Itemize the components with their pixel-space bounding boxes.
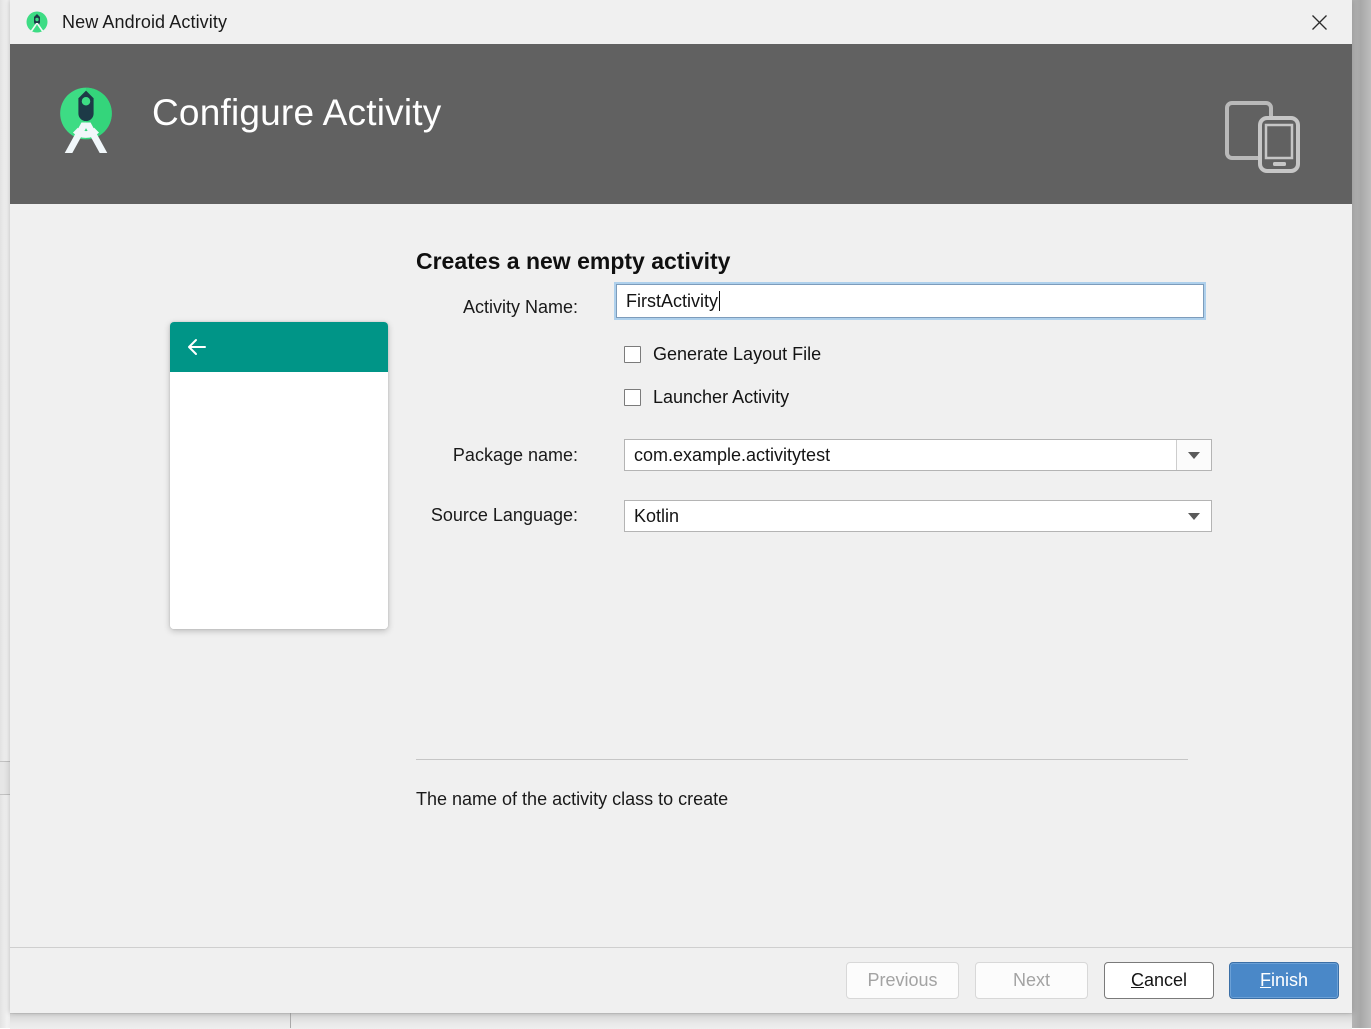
source-language-label: Source Language: bbox=[318, 505, 578, 526]
background-right-strip bbox=[1352, 0, 1371, 1028]
dialog-titlebar: New Android Activity bbox=[10, 0, 1352, 44]
header-title: Configure Activity bbox=[152, 92, 441, 134]
next-button-label: Next bbox=[1013, 970, 1050, 991]
next-button[interactable]: Next bbox=[975, 962, 1088, 999]
previous-button[interactable]: Previous bbox=[846, 962, 959, 999]
source-language-value: Kotlin bbox=[625, 506, 1176, 527]
new-android-activity-dialog: New Android Activity Configure Activity … bbox=[10, 0, 1352, 1013]
activity-name-value: FirstActivity bbox=[626, 291, 718, 312]
checkbox-label: Generate Layout File bbox=[653, 344, 821, 365]
finish-button-label: Finish bbox=[1260, 970, 1308, 991]
source-language-combobox[interactable]: Kotlin bbox=[624, 500, 1212, 532]
cancel-button[interactable]: Cancel bbox=[1104, 962, 1214, 999]
page-title: Creates a new empty activity bbox=[416, 248, 730, 275]
chevron-down-icon[interactable] bbox=[1176, 501, 1211, 531]
android-studio-icon bbox=[26, 11, 48, 33]
activity-name-label: Activity Name: bbox=[318, 297, 578, 318]
preview-content-area bbox=[170, 372, 388, 629]
chevron-down-icon[interactable] bbox=[1176, 440, 1211, 470]
checkbox-label: Launcher Activity bbox=[653, 387, 789, 408]
footer-separator bbox=[416, 759, 1188, 760]
dialog-header: Configure Activity bbox=[10, 44, 1352, 204]
background-status-bar bbox=[10, 1013, 1352, 1029]
checkbox-box bbox=[624, 346, 641, 363]
package-name-combobox[interactable]: com.example.activitytest bbox=[624, 439, 1212, 471]
launcher-activity-checkbox[interactable]: Launcher Activity bbox=[624, 387, 789, 408]
dialog-footer: Previous Next Cancel Finish bbox=[10, 947, 1352, 1013]
preview-appbar bbox=[170, 322, 388, 372]
back-arrow-icon bbox=[185, 335, 209, 359]
dialog-body: Creates a new empty activity Activity Na… bbox=[10, 204, 1352, 948]
activity-name-input[interactable]: FirstActivity bbox=[616, 284, 1204, 318]
helper-text: The name of the activity class to create bbox=[416, 789, 728, 810]
finish-button[interactable]: Finish bbox=[1229, 962, 1339, 999]
tablet-phone-icon bbox=[1222, 98, 1304, 176]
package-name-label: Package name: bbox=[318, 445, 578, 466]
previous-button-label: Previous bbox=[867, 970, 937, 991]
close-icon[interactable] bbox=[1296, 0, 1342, 44]
background-status-divider bbox=[290, 1013, 291, 1028]
checkbox-box bbox=[624, 389, 641, 406]
text-caret bbox=[719, 291, 720, 311]
activity-preview-thumbnail bbox=[170, 322, 388, 629]
background-left-edge bbox=[0, 0, 10, 1028]
cancel-button-label: Cancel bbox=[1131, 970, 1187, 991]
package-name-value: com.example.activitytest bbox=[625, 445, 1176, 466]
generate-layout-file-checkbox[interactable]: Generate Layout File bbox=[624, 344, 821, 365]
dialog-title: New Android Activity bbox=[62, 12, 227, 33]
android-studio-logo bbox=[48, 80, 124, 156]
